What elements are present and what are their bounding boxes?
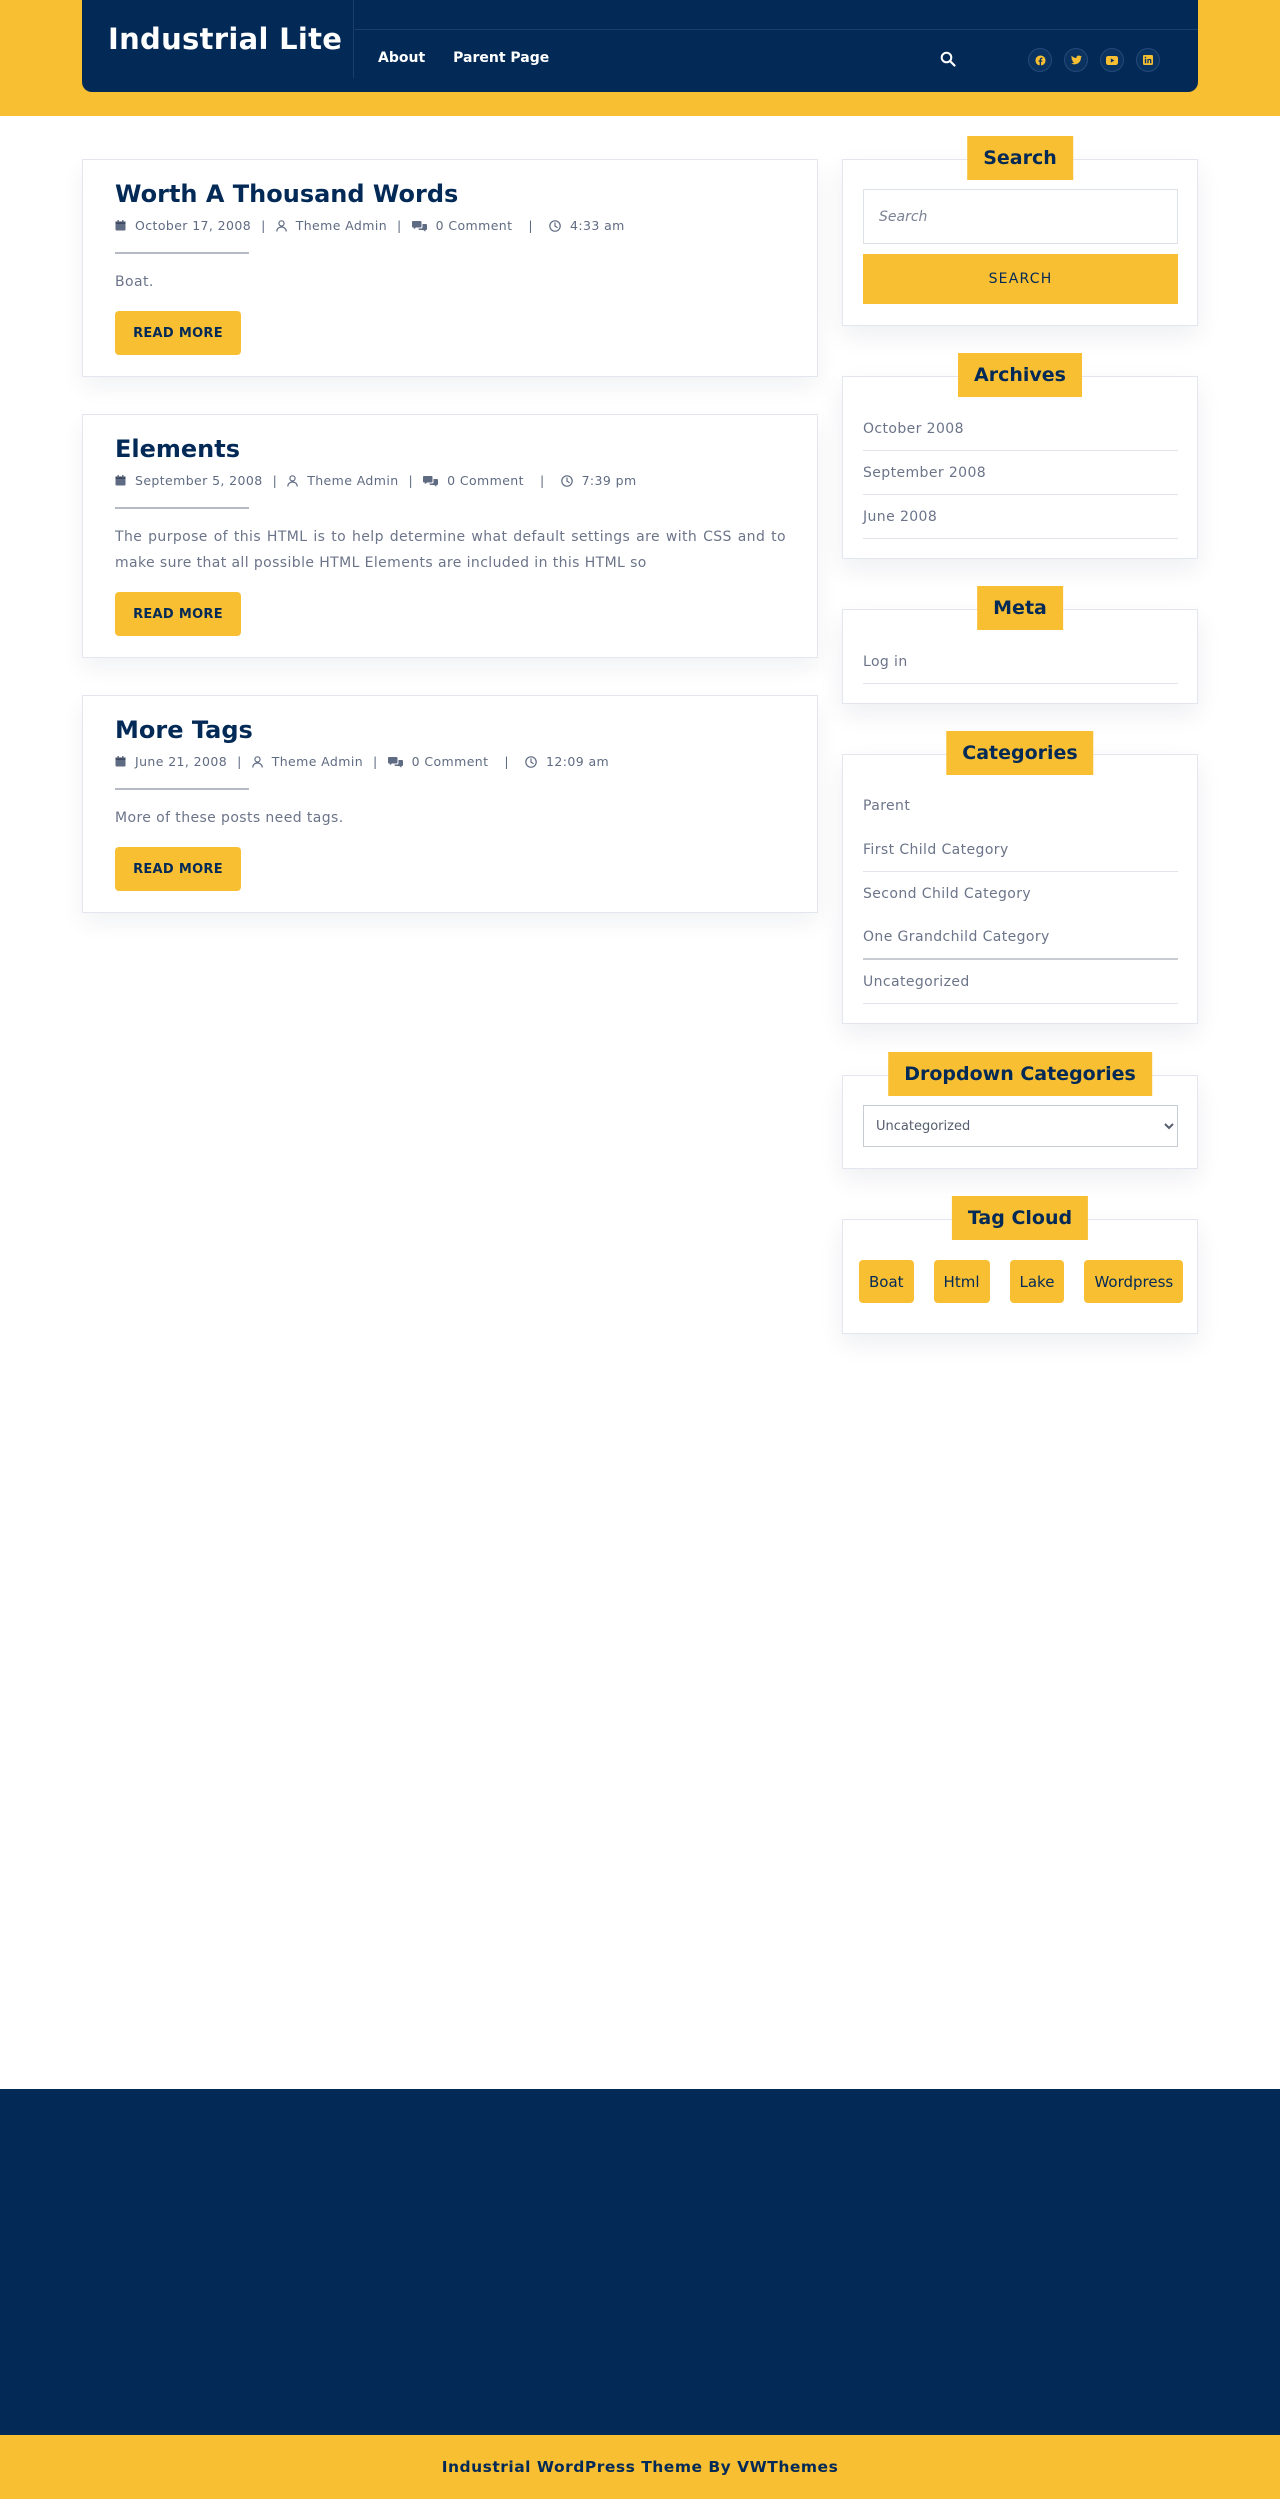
- login-link[interactable]: Log in: [863, 654, 908, 670]
- comments-icon: [411, 220, 427, 232]
- post-comments[interactable]: 0 Comment: [412, 754, 489, 769]
- post-excerpt: The purpose of this HTML is to help dete…: [115, 529, 786, 571]
- post-meta: October 17, 2008 | Theme Admin | 0 Comme…: [115, 218, 625, 233]
- post-meta: June 21, 2008 | Theme Admin | 0 Comment …: [115, 754, 609, 769]
- tag-lake[interactable]: Lake: [1009, 1260, 1065, 1303]
- archive-link[interactable]: October 2008: [863, 421, 964, 437]
- category-link-uncategorized[interactable]: Uncategorized: [863, 974, 970, 990]
- post-meta: September 5, 2008 | Theme Admin | 0 Comm…: [115, 473, 637, 488]
- read-more-button[interactable]: READ MORE: [115, 311, 241, 355]
- widget-title: Search: [967, 136, 1073, 180]
- copyright-bar: Industrial WordPress Theme By VWThemes: [0, 2435, 1280, 2499]
- post-time: 12:09 am: [546, 754, 610, 769]
- clock-icon: [560, 474, 573, 487]
- calendar-icon: [115, 475, 126, 486]
- post-card: More Tags June 21, 2008 | Theme Admin | …: [82, 695, 818, 913]
- post-author[interactable]: Theme Admin: [296, 218, 387, 233]
- post-author[interactable]: Theme Admin: [272, 754, 363, 769]
- post-card: Worth A Thousand Words October 17, 2008 …: [82, 159, 818, 377]
- category-link-grandchild[interactable]: One Grandchild Category: [863, 929, 1050, 945]
- post-title[interactable]: More Tags: [115, 716, 253, 744]
- clock-icon: [549, 219, 561, 232]
- site-title[interactable]: Industrial Lite: [82, 0, 354, 78]
- list-item: One Grandchild Category: [863, 916, 1178, 960]
- list-item: Log in: [863, 640, 1178, 684]
- categories-widget: Categories Parent First Child Category S…: [842, 731, 1198, 1024]
- archives-widget: Archives October 2008 September 2008 Jun…: [842, 353, 1198, 559]
- search-icon[interactable]: [937, 48, 959, 70]
- user-icon: [275, 219, 287, 232]
- main-menu: About Parent Page: [378, 50, 549, 66]
- post-excerpt: More of these posts need tags.: [115, 810, 344, 826]
- list-item: June 2008: [863, 495, 1178, 539]
- footer-widgets-area: [0, 2089, 1280, 2435]
- post-card: Elements September 5, 2008 | Theme Admin…: [82, 414, 818, 658]
- widget-title: Archives: [958, 353, 1082, 397]
- read-more-button[interactable]: READ MORE: [115, 847, 241, 891]
- tag-list: Boat Html Lake Wordpress: [859, 1260, 1189, 1303]
- post-excerpt: Boat.: [115, 274, 154, 290]
- linkedin-icon[interactable]: [1136, 48, 1160, 72]
- tag-wordpress[interactable]: Wordpress: [1084, 1260, 1184, 1303]
- categories-list: Parent First Child Category Second Child…: [863, 784, 1178, 1004]
- archive-link[interactable]: September 2008: [863, 465, 986, 481]
- comments-icon: [387, 756, 403, 768]
- title-underline: [115, 507, 249, 509]
- nav-item-parent-page[interactable]: Parent Page: [453, 50, 549, 66]
- widget-title: Categories: [946, 731, 1094, 775]
- post-date[interactable]: October 17, 2008: [135, 218, 251, 233]
- tag-html[interactable]: Html: [933, 1260, 990, 1303]
- list-item: Parent: [863, 784, 1178, 828]
- read-more-button[interactable]: READ MORE: [115, 592, 241, 636]
- list-item: First Child Category: [863, 828, 1178, 872]
- comments-icon: [423, 475, 439, 487]
- tag-cloud-widget: Tag Cloud Boat Html Lake Wordpress: [842, 1196, 1198, 1334]
- post-time: 7:39 pm: [581, 473, 637, 488]
- post-author[interactable]: Theme Admin: [307, 473, 398, 488]
- user-icon: [287, 474, 299, 487]
- user-icon: [251, 755, 263, 768]
- post-title[interactable]: Worth A Thousand Words: [115, 180, 458, 208]
- title-underline: [115, 788, 249, 790]
- calendar-icon: [115, 756, 126, 767]
- post-date[interactable]: June 21, 2008: [135, 754, 227, 769]
- widget-title: Meta: [977, 586, 1063, 630]
- clock-icon: [525, 755, 537, 768]
- facebook-icon[interactable]: [1028, 48, 1052, 72]
- search-input[interactable]: [863, 189, 1178, 244]
- widget-title: Dropdown Categories: [888, 1052, 1152, 1096]
- category-link-second-child[interactable]: Second Child Category: [863, 886, 1031, 902]
- social-links: [1028, 48, 1160, 72]
- widget-title: Tag Cloud: [951, 1196, 1089, 1240]
- category-link-parent[interactable]: Parent: [863, 798, 910, 814]
- title-underline: [115, 252, 249, 254]
- post-title[interactable]: Elements: [115, 435, 240, 463]
- post-comments[interactable]: 0 Comment: [447, 473, 524, 488]
- archives-list: October 2008 September 2008 June 2008: [863, 407, 1178, 539]
- dropdown-categories-widget: Dropdown Categories Uncategorized: [842, 1052, 1198, 1169]
- meta-list: Log in: [863, 640, 1178, 684]
- meta-widget: Meta Log in: [842, 586, 1198, 704]
- youtube-icon[interactable]: [1100, 48, 1124, 72]
- post-comments[interactable]: 0 Comment: [436, 218, 513, 233]
- search-button[interactable]: SEARCH: [863, 254, 1178, 304]
- twitter-icon[interactable]: [1064, 48, 1088, 72]
- calendar-icon: [115, 220, 126, 231]
- copyright-text[interactable]: Industrial WordPress Theme By VWThemes: [442, 2458, 839, 2476]
- nav-item-about[interactable]: About: [378, 50, 425, 66]
- tag-boat[interactable]: Boat: [859, 1260, 914, 1303]
- navbar: Industrial Lite About Parent Page: [82, 0, 1198, 92]
- archive-link[interactable]: June 2008: [863, 509, 937, 525]
- list-item: October 2008: [863, 407, 1178, 451]
- category-select[interactable]: Uncategorized: [863, 1105, 1178, 1147]
- search-widget: Search SEARCH: [842, 136, 1198, 326]
- category-link-first-child[interactable]: First Child Category: [863, 842, 1009, 858]
- nav-divider: [355, 29, 1198, 30]
- post-time: 4:33 am: [570, 218, 625, 233]
- list-item: Uncategorized: [863, 960, 1178, 1004]
- list-item: September 2008: [863, 451, 1178, 495]
- list-item: Second Child Category: [863, 872, 1178, 916]
- post-date[interactable]: September 5, 2008: [135, 473, 263, 488]
